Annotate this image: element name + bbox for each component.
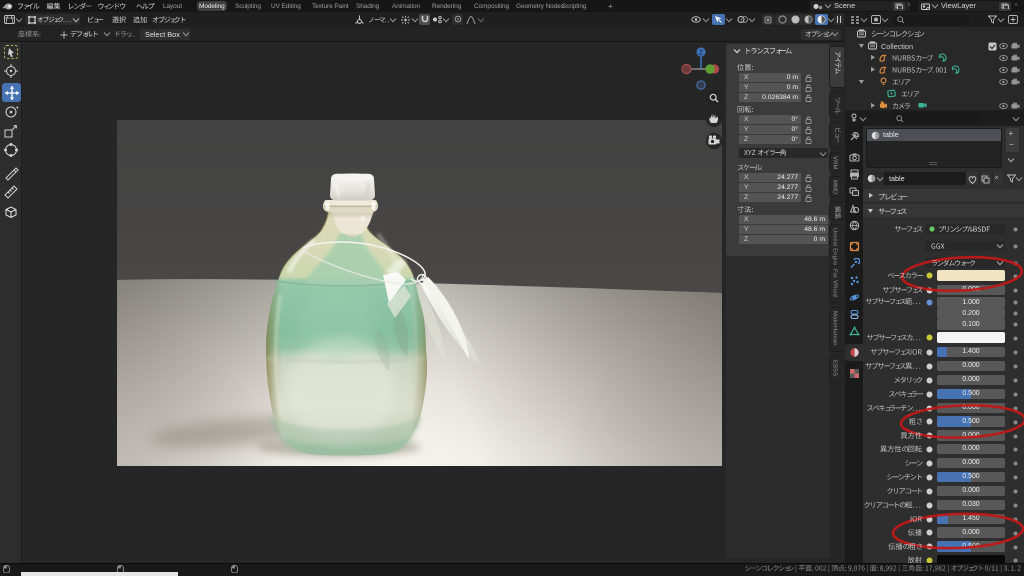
- svg-text:Z: Z: [699, 50, 703, 57]
